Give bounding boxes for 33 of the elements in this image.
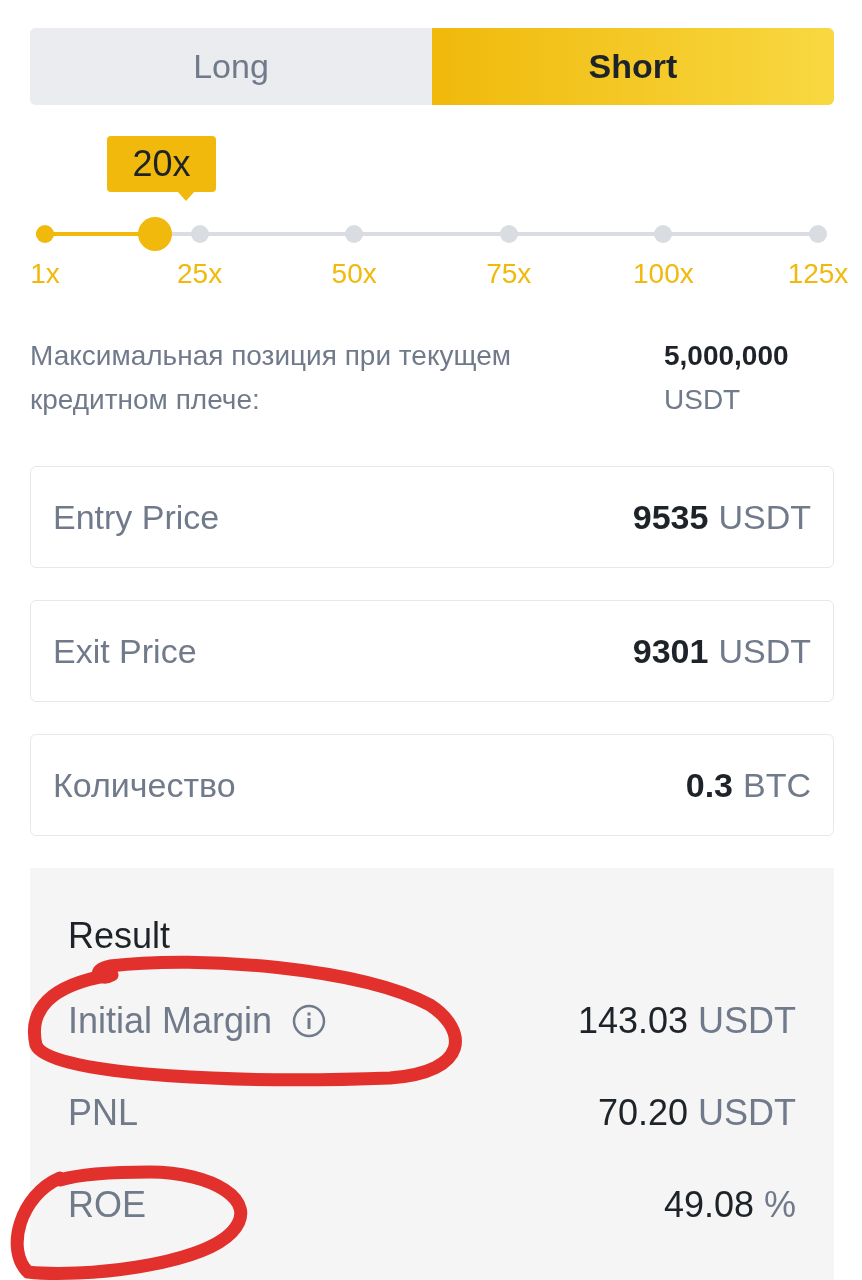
result-label: ROE: [68, 1184, 146, 1226]
leverage-tick-label: 100x: [633, 258, 694, 290]
leverage-tick-label: 1x: [30, 258, 60, 290]
input-field[interactable]: Exit Price 9301 USDT: [30, 600, 834, 702]
result-title: Result: [68, 915, 172, 957]
leverage-tick-label: 25x: [177, 258, 223, 290]
slider-step-dot[interactable]: [809, 225, 827, 243]
slider-step-dot[interactable]: [499, 225, 518, 243]
result-label: Initial Margin: [68, 1000, 273, 1042]
info-icon[interactable]: [292, 1004, 327, 1038]
input-field[interactable]: Количество 0.3 BTC: [30, 734, 834, 836]
leverage-tick-label: 50x: [331, 258, 377, 290]
max-position-unit: USDT: [664, 383, 742, 417]
leverage-tick-label: 125x: [787, 258, 849, 290]
result-value: 143.03: [577, 1000, 688, 1042]
slider-step-dot[interactable]: [345, 225, 364, 243]
result-unit: USDT: [698, 1092, 796, 1134]
result-value: 49.08: [663, 1184, 754, 1226]
leverage-tick-label: 75x: [486, 258, 532, 290]
side-tab[interactable]: Short: [432, 28, 834, 105]
tooltip-pointer-icon: [177, 191, 195, 203]
max-position-label: Максимальная позиция при текущем кредитном плече:: [30, 339, 512, 417]
result-unit: %: [764, 1184, 796, 1226]
slider-thumb[interactable]: [137, 217, 172, 251]
slider-step-dot[interactable]: [654, 225, 673, 243]
result-value: 70.20: [597, 1092, 688, 1134]
result-label: PNL: [68, 1092, 139, 1134]
leverage-tooltip: 20x: [107, 136, 216, 192]
input-field[interactable]: Entry Price 9535 USDT: [30, 466, 834, 568]
max-position-value: 5,000,000: [664, 339, 790, 373]
result-unit: USDT: [698, 1000, 796, 1042]
slider-step-dot[interactable]: [190, 225, 209, 243]
slider-step-dot[interactable]: [36, 225, 54, 243]
